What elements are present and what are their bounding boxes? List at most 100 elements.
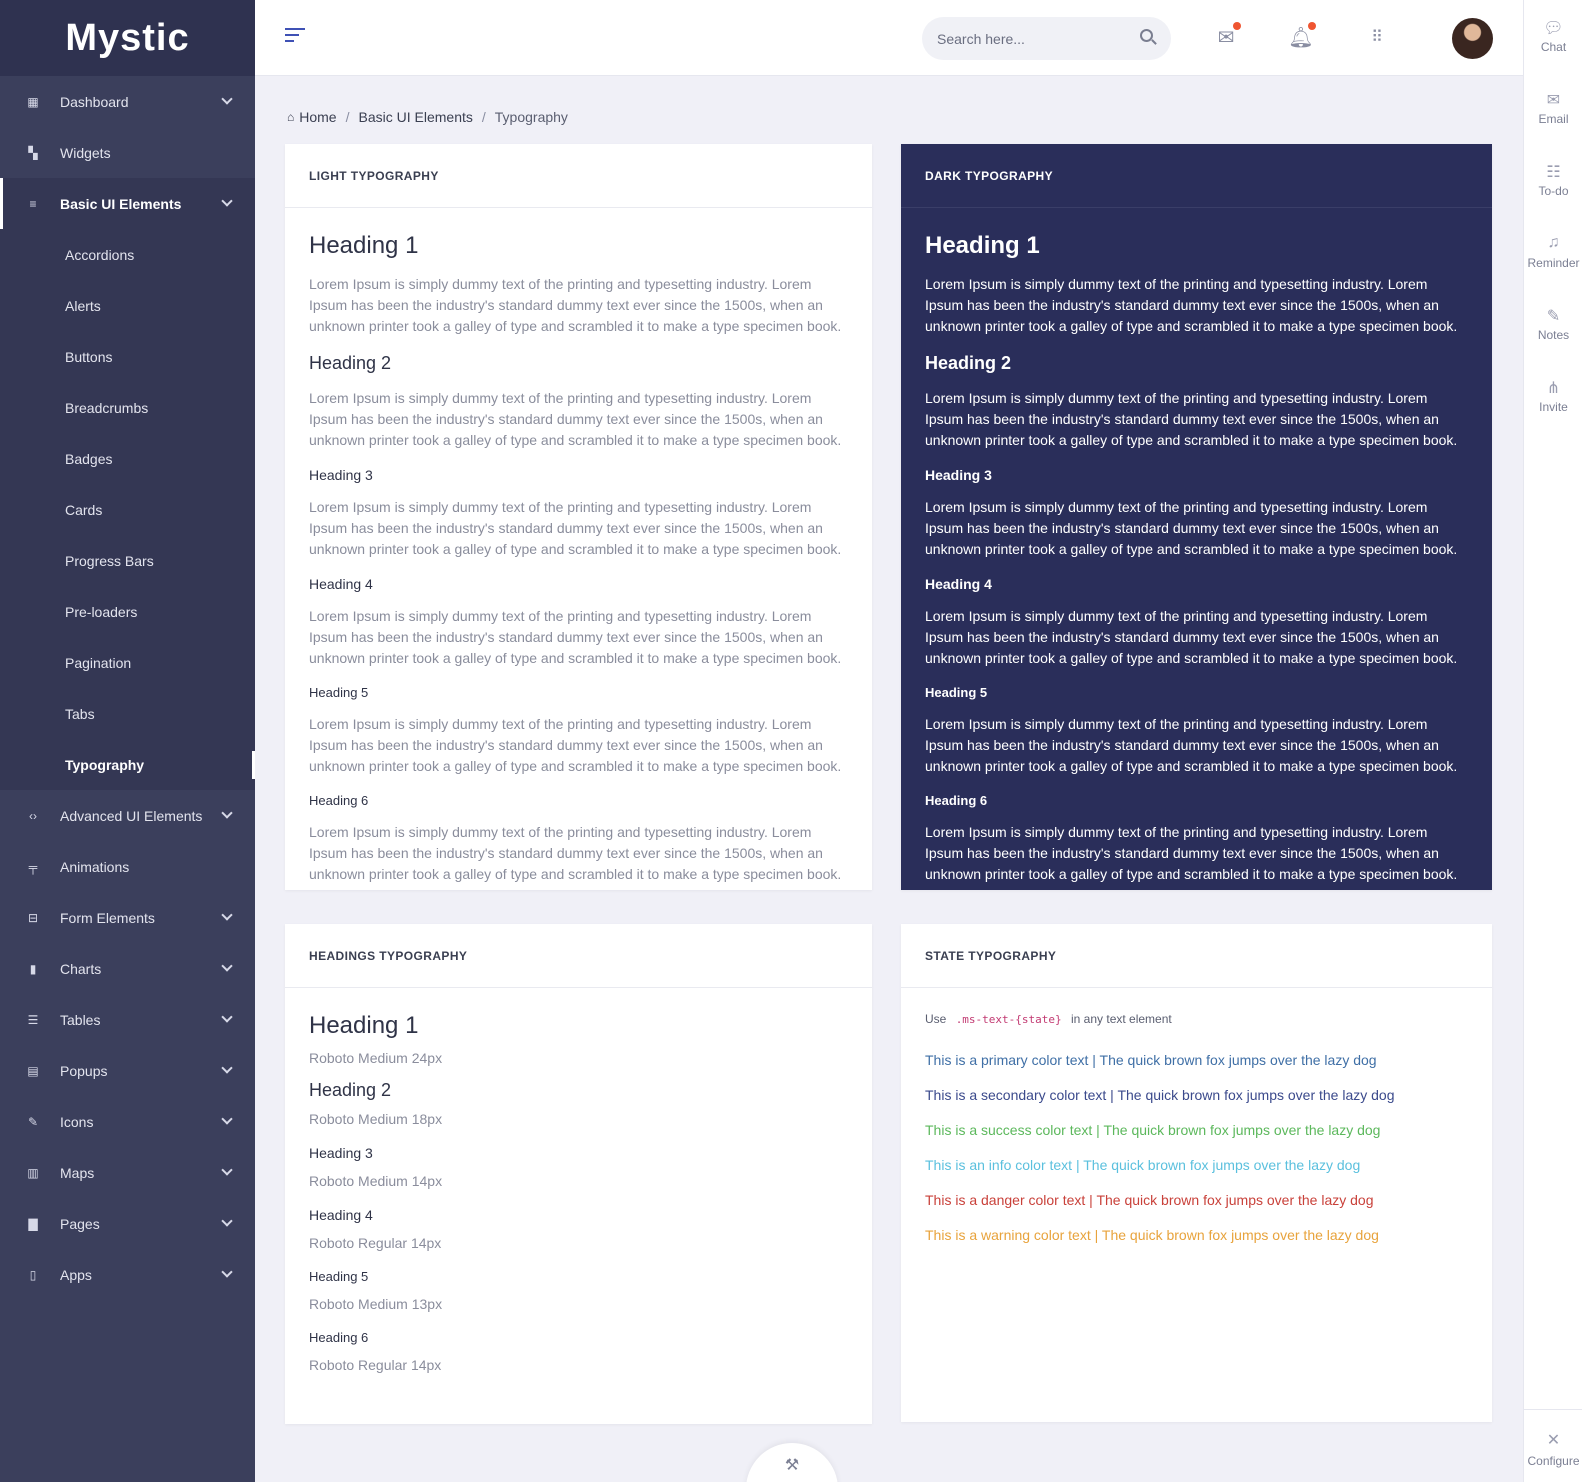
quick-label: Invite (1539, 400, 1568, 414)
state-primary-text: This is a primary color text | The quick… (925, 1052, 1377, 1068)
intro-text: in any text element (1071, 1012, 1172, 1026)
sidebar-item-label: Charts (60, 960, 102, 977)
heading-3: Heading 3 (309, 1145, 373, 1161)
sidebar-item-basic-ui[interactable]: ≡ Basic UI Elements (0, 178, 255, 229)
sidebar-item-label: Apps (60, 1266, 92, 1283)
breadcrumb-separator: / (345, 109, 350, 125)
sidebar-item-form-elements[interactable]: ⊟ Form Elements (0, 892, 255, 943)
chevron-down-icon (221, 1215, 233, 1227)
sidebar-item-label: Icons (60, 1113, 94, 1130)
card-title: LIGHT TYPOGRAPHY (285, 144, 872, 208)
mail-icon: ✉ (1546, 92, 1561, 109)
sidebar-subitem-tabs[interactable]: Tabs (0, 688, 255, 739)
apps-grid-icon[interactable]: ⠿ (1363, 24, 1389, 50)
sidebar-item-charts[interactable]: ▮ Charts (0, 943, 255, 994)
sidebar-item-popups[interactable]: ▤ Popups (0, 1045, 255, 1096)
sidebar-item-dashboard[interactable]: ▦ Dashboard (0, 76, 255, 127)
sidebar-subitem-buttons[interactable]: Buttons (0, 331, 255, 382)
quick-invite[interactable]: ⋔ Invite (1524, 378, 1582, 414)
brand-logo[interactable]: Mystic (0, 0, 255, 76)
quick-email[interactable]: ✉ Email (1524, 90, 1582, 126)
chat-icon: 💬︎ (1543, 20, 1564, 37)
sidebar-subitem-cards[interactable]: Cards (0, 484, 255, 535)
breadcrumb-current: Typography (494, 109, 568, 125)
menu-toggle-icon[interactable] (285, 28, 305, 46)
sidebar-item-widgets[interactable]: ▚ Widgets (0, 127, 255, 178)
tools-icon: ✕ (1546, 1432, 1561, 1449)
card-title: HEADINGS TYPOGRAPHY (285, 924, 872, 988)
sidebar-item-label: Tables (60, 1011, 101, 1028)
bell-icon: ♫ (1547, 234, 1560, 251)
card-title: STATE TYPOGRAPHY (901, 924, 1492, 988)
intro-text: Use (925, 1012, 947, 1026)
sidebar-subitem-alerts[interactable]: Alerts (0, 280, 255, 331)
heading-4: Heading 4 (309, 576, 373, 592)
heading-2: Heading 2 (925, 353, 1012, 373)
heading-3: Heading 3 (309, 467, 373, 483)
breadcrumb-home[interactable]: Home (299, 109, 336, 125)
sidebar-subitem-breadcrumbs[interactable]: Breadcrumbs (0, 382, 255, 433)
quick-todo[interactable]: ☷ To-do (1524, 162, 1582, 198)
sidebar-subitem-typography[interactable]: Typography (0, 739, 255, 790)
notification-dot (1308, 22, 1316, 30)
quick-label: Email (1538, 112, 1569, 126)
sidebar-item-advanced-ui[interactable]: ‹› Advanced UI Elements (0, 790, 255, 841)
sidebar-item-label: Form Elements (60, 909, 155, 926)
map-icon: ▥ (27, 1165, 39, 1180)
card-body: Use .ms-text-{state} in any text element… (901, 988, 1492, 1286)
heading-2: Heading 2 (309, 1080, 392, 1100)
chevron-down-icon (221, 909, 233, 921)
sidebar-item-label: Animations (60, 858, 130, 875)
search-icon[interactable] (1140, 29, 1153, 42)
sidebar-subitem-pagination[interactable]: Pagination (0, 637, 255, 688)
chevron-down-icon (221, 960, 233, 972)
sidebar-item-label: Advanced UI Elements (60, 807, 203, 824)
sidebar-item-apps[interactable]: ▯ Apps (0, 1249, 255, 1300)
configure-button[interactable]: ✕ Configure (1524, 1409, 1582, 1482)
home-icon: ⌂ (287, 110, 295, 124)
breadcrumb: ⌂ Home / Basic UI Elements / Typography (287, 109, 568, 125)
sidebar-item-label: Maps (60, 1164, 95, 1181)
sidebar-item-pages[interactable]: ▇ Pages (0, 1198, 255, 1249)
chevron-down-icon (221, 1062, 233, 1074)
heading-6: Heading 6 (309, 1330, 369, 1345)
pencil-icon: ✎ (27, 1114, 39, 1129)
heading-1: Heading 1 (925, 232, 1040, 259)
font-description: Roboto Medium 18px (309, 1111, 443, 1127)
dark-typography-card: DARK TYPOGRAPHY Heading 1 Lorem Ipsum is… (901, 144, 1492, 890)
font-description: Roboto Medium 13px (309, 1296, 443, 1312)
mobile-icon: ▯ (29, 1267, 37, 1282)
chevron-down-icon (221, 1164, 233, 1176)
sidebar-subitem-badges[interactable]: Badges (0, 433, 255, 484)
form-icon: ⊟ (27, 910, 39, 925)
sidebar-item-tables[interactable]: ☰ Tables (0, 994, 255, 1045)
sidebar-subitem-preloaders[interactable]: Pre-loaders (0, 586, 255, 637)
sidebar-subitem-progress-bars[interactable]: Progress Bars (0, 535, 255, 586)
quick-label: Reminder (1527, 256, 1580, 270)
headings-typography-card: HEADINGS TYPOGRAPHY Heading 1 Roboto Med… (285, 924, 872, 1424)
chevron-down-icon (221, 1113, 233, 1125)
comment-icon: ▤ (27, 1063, 39, 1078)
sidebar-item-icons[interactable]: ✎ Icons (0, 1096, 255, 1147)
font-description: Roboto Regular 14px (309, 1235, 442, 1251)
breadcrumb-section[interactable]: Basic UI Elements (359, 109, 473, 125)
avatar[interactable] (1452, 18, 1493, 59)
settings-fab[interactable]: ⚒ (746, 1443, 838, 1482)
paint-roller-icon: ╤ (28, 859, 38, 874)
heading-5: Heading 5 (309, 685, 369, 700)
search-input[interactable] (937, 30, 1127, 47)
lorem-paragraph: Lorem Ipsum is simply dummy text of the … (309, 608, 842, 666)
mail-icon[interactable]: ✉ (1213, 22, 1241, 50)
quick-notes[interactable]: ✎ Notes (1524, 306, 1582, 342)
sidebar-item-animations[interactable]: ╤ Animations (0, 841, 255, 892)
sidebar-item-maps[interactable]: ▥ Maps (0, 1147, 255, 1198)
quick-chat[interactable]: 💬︎ Chat (1524, 18, 1582, 54)
lorem-paragraph: Lorem Ipsum is simply dummy text of the … (925, 608, 1458, 666)
heading-4: Heading 4 (309, 1207, 373, 1223)
bell-icon[interactable]: 🔔︎ (1288, 22, 1316, 50)
list-icon: ☷ (1546, 164, 1561, 181)
sidebar-subitem-accordions[interactable]: Accordions (0, 229, 255, 280)
file-icon: ▇ (28, 1216, 38, 1231)
lorem-paragraph: Lorem Ipsum is simply dummy text of the … (309, 824, 842, 882)
quick-reminder[interactable]: ♫ Reminder (1524, 234, 1582, 270)
